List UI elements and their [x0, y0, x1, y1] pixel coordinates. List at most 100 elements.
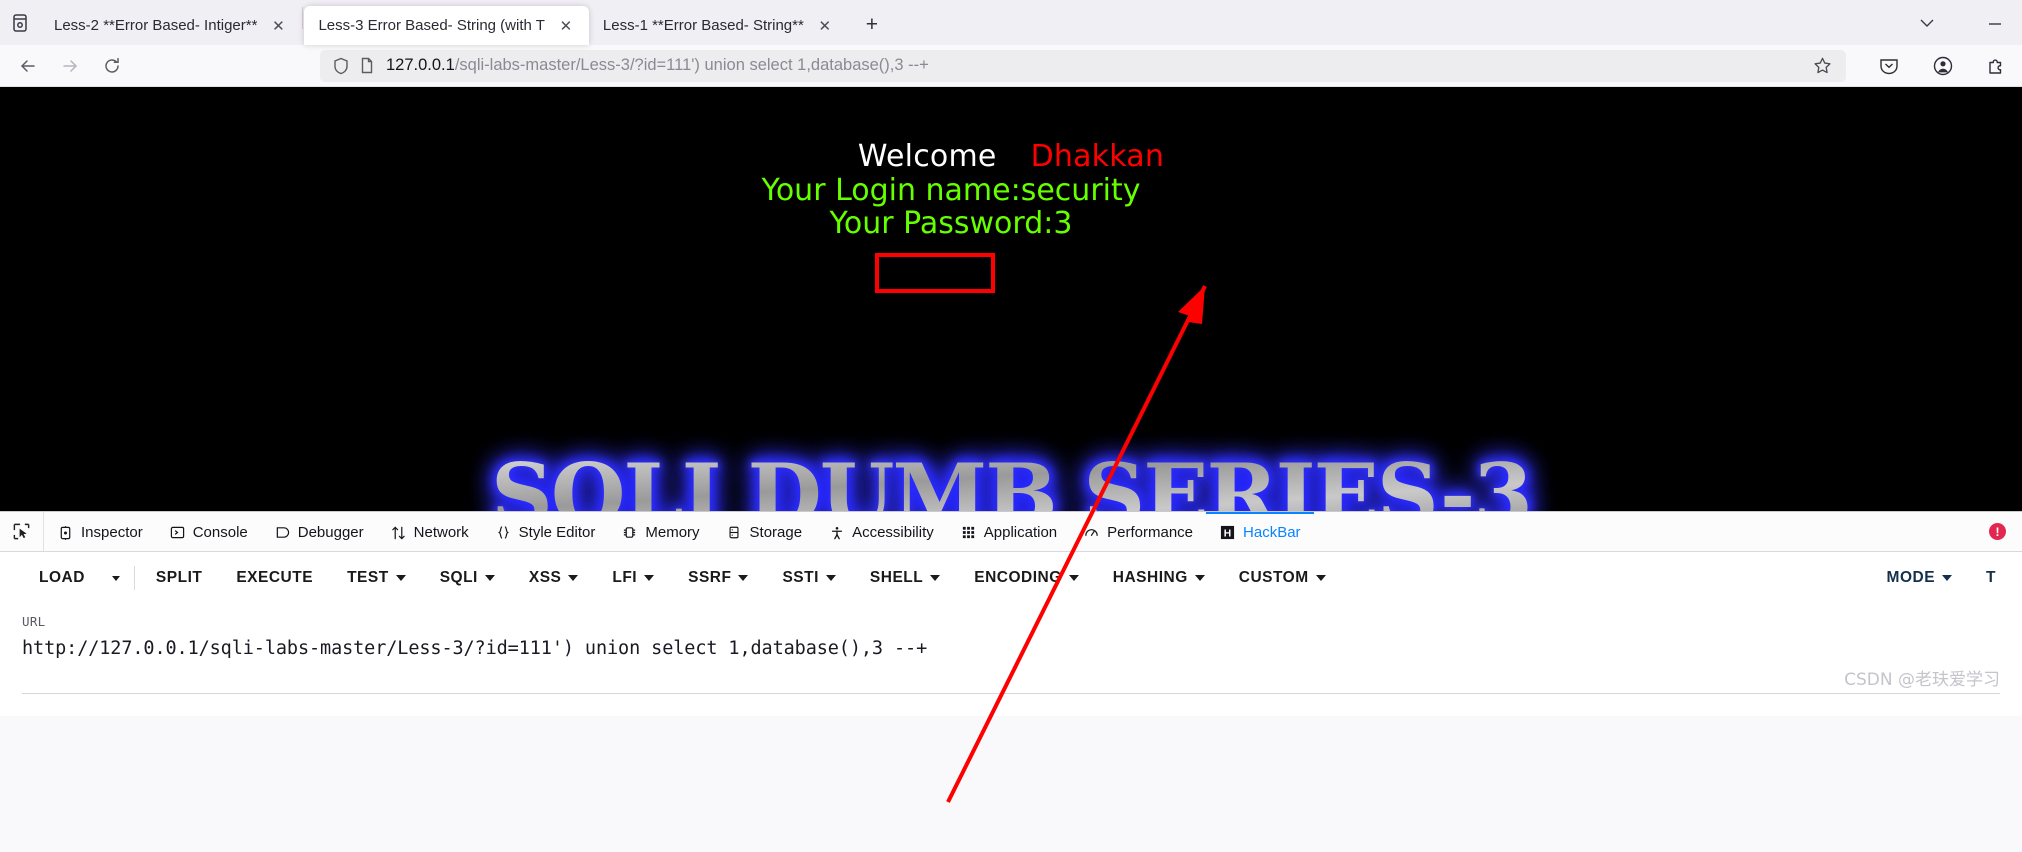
svg-text:H: H [1224, 528, 1231, 539]
star-icon[interactable] [1806, 50, 1838, 82]
hackbar-menu-label: CUSTOM [1238, 569, 1309, 586]
memory-icon [621, 524, 638, 541]
url-bar[interactable]: 127.0.0.1/sqli-labs-master/Less-3/?id=11… [320, 49, 1846, 82]
chevron-down-icon [738, 575, 749, 581]
extensions-icon[interactable] [1982, 51, 2012, 81]
hackbar-menu-label: TEST [347, 569, 389, 586]
shield-icon[interactable] [328, 53, 354, 79]
chevron-down-icon [568, 575, 579, 581]
hackbar-menu-label: SQLI [439, 569, 478, 586]
hackbar-menu-label: EXECUTE [236, 569, 314, 586]
hackbar-load-dropdown[interactable] [102, 575, 130, 581]
devtools-tab-debugger[interactable]: Debugger [261, 512, 377, 551]
storage-icon [726, 524, 743, 541]
reload-button[interactable] [94, 48, 130, 84]
chevron-down-icon [111, 575, 120, 581]
devtools-panel: Inspector Console Debugger Network Style… [0, 511, 2022, 716]
hackbar-load-button[interactable]: LOAD [22, 569, 102, 587]
hackbar-encoding-menu[interactable]: ENCODING [957, 569, 1096, 587]
hackbar-split-button[interactable]: SPLIT [139, 569, 219, 587]
url-text[interactable]: 127.0.0.1/sqli-labs-master/Less-3/?id=11… [386, 56, 1806, 75]
minimize-icon[interactable] [1978, 6, 2012, 40]
csdn-watermark: CSDN @老玞爱学习 [1844, 670, 2000, 690]
tab-close-icon[interactable]: ✕ [553, 13, 579, 39]
hackbar-xss-menu[interactable]: XSS [512, 569, 596, 587]
browser-tab[interactable]: Less-1 **Error Based- String** ✕ [589, 6, 848, 45]
devtools-error-indicator[interactable]: ! [1989, 512, 2022, 551]
devtools-tab-bar: Inspector Console Debugger Network Style… [0, 512, 2022, 552]
window-controls [1910, 0, 2022, 45]
toolbar-buttons [1852, 51, 2012, 81]
devtools-tab-label: Style Editor [518, 524, 596, 541]
hackbar-ssrf-menu[interactable]: SSRF [671, 569, 765, 587]
welcome-name: Dhakkan [1030, 139, 1165, 174]
devtools-tab-storage[interactable]: Storage [713, 512, 816, 551]
hackbar-custom-menu[interactable]: CUSTOM [1222, 569, 1343, 587]
tab-close-icon[interactable]: ✕ [812, 13, 838, 39]
devtools-tab-label: Debugger [297, 524, 364, 541]
url-path: /sqli-labs-master/Less-3/?id=111') union… [454, 56, 929, 74]
hackbar-mode-menu[interactable]: MODE [1870, 569, 1970, 587]
hackbar-icon: H [1219, 524, 1236, 541]
devtools-tab-performance[interactable]: Performance [1070, 512, 1206, 551]
hackbar-execute-button[interactable]: EXECUTE [219, 569, 330, 587]
chevron-down-icon [930, 575, 941, 581]
devtools-tab-style-editor[interactable]: Style Editor [482, 512, 609, 551]
devtools-tab-label: Accessibility [852, 524, 934, 541]
input-underline [22, 693, 2000, 694]
hackbar-menu-label: SHELL [869, 569, 924, 586]
hackbar-ssti-menu[interactable]: SSTI [765, 569, 852, 587]
devtools-tab-label: Console [192, 524, 248, 541]
debugger-icon [274, 524, 291, 541]
devtools-tab-hackbar[interactable]: H HackBar [1206, 512, 1314, 551]
devtools-tab-accessibility[interactable]: Accessibility [815, 512, 947, 551]
hackbar-test-menu[interactable]: TEST [330, 569, 423, 587]
url-host: 127.0.0.1 [386, 56, 455, 74]
devtools-tab-label: HackBar [1243, 524, 1301, 541]
hackbar-sqli-menu[interactable]: SQLI [423, 569, 512, 587]
list-all-tabs-icon[interactable] [1910, 6, 1944, 40]
password-line: Your Password:3 [829, 206, 1073, 241]
page-info-icon[interactable] [354, 53, 380, 79]
chevron-down-icon [1068, 575, 1079, 581]
devtools-tab-memory[interactable]: Memory [608, 512, 712, 551]
account-icon[interactable] [1928, 51, 1958, 81]
devtools-tab-application[interactable]: Application [947, 512, 1070, 551]
hackbar-trailing-menu[interactable]: T [1969, 569, 2000, 587]
highlight-box-security [875, 253, 995, 293]
new-tab-button[interactable]: + [854, 7, 890, 43]
browser-tab[interactable]: Less-2 **Error Based- Intiger** ✕ [40, 6, 301, 45]
tab-close-icon[interactable]: ✕ [265, 13, 291, 39]
tab-title: Less-3 Error Based- String (with T [318, 17, 545, 34]
hackbar-menu: LOAD SPLIT EXECUTE TEST SQLI XSS LFI SSR… [0, 552, 2022, 604]
application-icon [960, 524, 977, 541]
hackbar-menu-label: HASHING [1112, 569, 1188, 586]
devtools-tab-label: Memory [645, 524, 700, 541]
tab-divider [302, 6, 304, 29]
url-field-label: URL [22, 614, 46, 629]
tab-title: Less-1 **Error Based- String** [602, 17, 804, 34]
page-content: Welcome Dhakkan Your Login name:security … [0, 87, 2022, 511]
devtools-tab-label: Inspector [81, 524, 143, 541]
chevron-down-icon [395, 575, 406, 581]
console-icon [169, 524, 186, 541]
devtools-tab-network[interactable]: Network [377, 512, 482, 551]
devtools-tab-inspector[interactable]: Inspector [44, 512, 156, 551]
tab-list-icon[interactable] [0, 0, 40, 45]
hackbar-url-section: URL http://127.0.0.1/sqli-labs-master/Le… [0, 604, 2022, 716]
hackbar-lfi-menu[interactable]: LFI [595, 569, 671, 587]
element-picker-icon[interactable] [0, 512, 44, 551]
chevron-down-icon [644, 575, 655, 581]
network-icon [390, 524, 407, 541]
performance-icon [1083, 524, 1100, 541]
hackbar-shell-menu[interactable]: SHELL [853, 569, 957, 587]
devtools-tab-console[interactable]: Console [156, 512, 261, 551]
chevron-down-icon [484, 575, 495, 581]
pocket-icon[interactable] [1874, 51, 1904, 81]
hackbar-hashing-menu[interactable]: HASHING [1096, 569, 1222, 587]
browser-tab-active[interactable]: Less-3 Error Based- String (with T ✕ [304, 6, 589, 45]
hackbar-url-input[interactable]: http://127.0.0.1/sqli-labs-master/Less-3… [22, 638, 2000, 659]
back-button[interactable] [10, 48, 46, 84]
forward-button[interactable] [52, 48, 88, 84]
hackbar-menu-label: LOAD [39, 569, 85, 586]
